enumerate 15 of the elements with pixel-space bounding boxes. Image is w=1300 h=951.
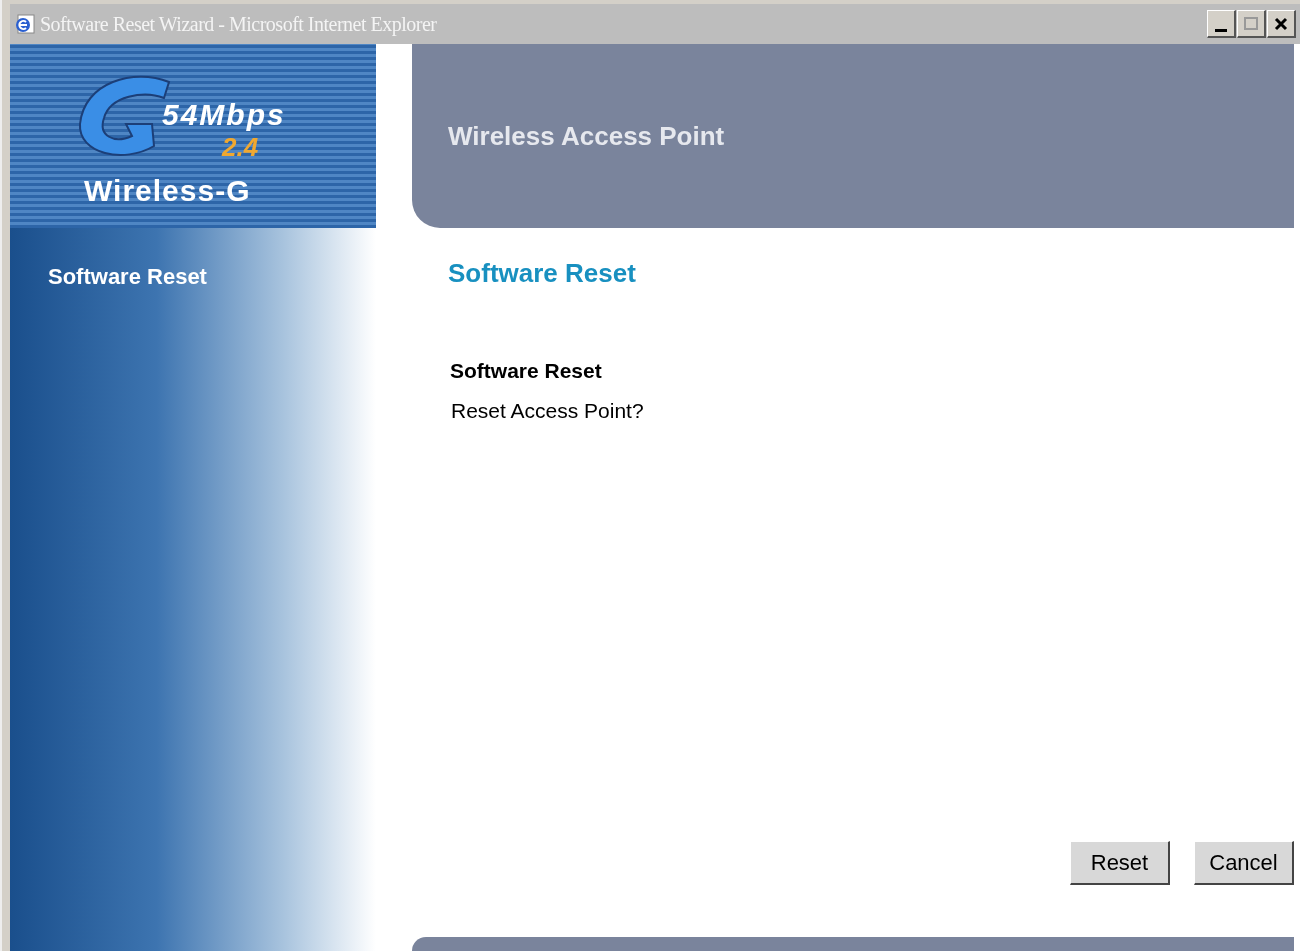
header-title: Wireless Access Point: [448, 119, 725, 153]
dialog-button[interactable]: Reset: [1070, 841, 1170, 885]
page-heading: Software Reset: [448, 257, 637, 290]
question-text: Reset Access Point?: [451, 397, 645, 424]
close-button[interactable]: [1267, 10, 1296, 38]
maximize-button[interactable]: [1237, 10, 1266, 38]
section-title: Software Reset: [450, 358, 603, 384]
logo-brand-text: Wireless-G: [84, 173, 251, 209]
dialog-button[interactable]: Cancel: [1194, 841, 1294, 885]
browser-icon: [14, 13, 36, 35]
logo-speed-text: 54Mbps: [162, 97, 286, 133]
minimize-button[interactable]: [1207, 10, 1236, 38]
sidebar-item[interactable]: Software Reset: [48, 260, 376, 293]
close-icon: [1274, 16, 1288, 31]
logo-band-text: 2.4: [222, 131, 259, 164]
